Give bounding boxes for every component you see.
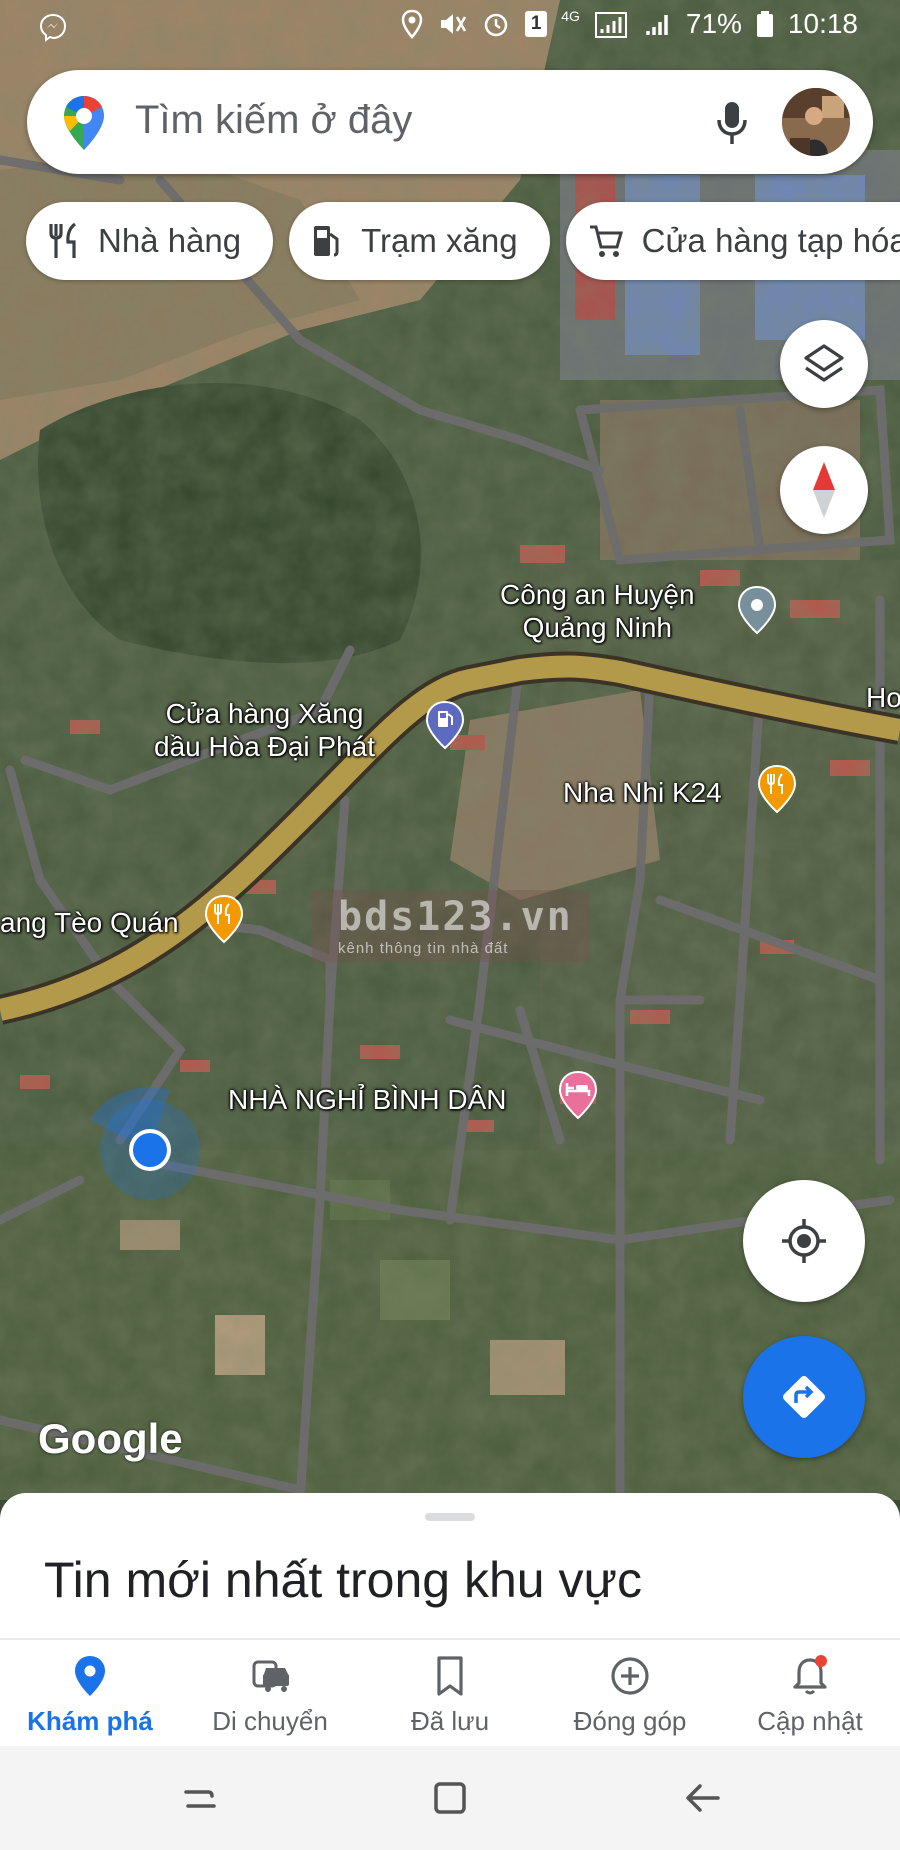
sheet-title: Tin mới nhất trong khu vực xyxy=(44,1552,642,1608)
nav-tab-commute[interactable]: Di chuyển xyxy=(180,1640,360,1748)
bookmark-icon xyxy=(437,1656,463,1696)
google-maps-logo-icon xyxy=(64,96,104,150)
avatar-photo xyxy=(782,88,850,156)
nha-nhi-label-text: Nha Nhi K24 xyxy=(563,777,722,808)
signal-bars-icon xyxy=(646,15,668,35)
search-bar[interactable]: Tìm kiếm ở đây xyxy=(27,70,873,174)
fork-knife-icon xyxy=(49,222,77,258)
my-location-marker[interactable] xyxy=(80,1080,220,1220)
category-chips: Nhà hàng Trạm xăng Cửa hàng tạp hóa xyxy=(26,202,900,280)
sheet-drag-handle[interactable] xyxy=(425,1513,475,1521)
restaurant-pin-icon[interactable] xyxy=(757,764,797,814)
clock: 10:18 xyxy=(787,8,858,39)
gas-pump-icon xyxy=(314,226,339,257)
account-avatar[interactable] xyxy=(782,88,850,156)
notification-badge: 1 xyxy=(525,11,548,37)
recents-icon[interactable] xyxy=(178,1776,222,1820)
alarm-icon xyxy=(484,13,508,37)
restaurant-pin-icon[interactable] xyxy=(204,894,244,944)
crosshair-icon xyxy=(782,1219,826,1263)
google-attribution: Google xyxy=(38,1415,183,1462)
my-location-button[interactable] xyxy=(743,1180,865,1302)
explore-pin-icon xyxy=(75,1656,105,1696)
chip-gas-stations[interactable]: Trạm xăng xyxy=(289,202,550,280)
nav-label: Đã lưu xyxy=(410,1706,490,1736)
nav-tab-explore[interactable]: Khám phá xyxy=(0,1640,180,1748)
nav-label: Đóng góp xyxy=(573,1706,687,1736)
home-icon[interactable] xyxy=(428,1776,472,1820)
signal-icon xyxy=(594,12,627,38)
status-bar: 1 4G 71% 10:18 xyxy=(0,0,900,52)
mute-icon xyxy=(441,14,467,34)
place-label-police[interactable]: Công an Huyện Quảng Ninh xyxy=(500,578,695,644)
directions-icon xyxy=(783,1376,825,1418)
police-label-text: Công an Huyện Quảng Ninh xyxy=(500,579,695,643)
nav-label: Di chuyển xyxy=(212,1706,328,1736)
nav-label: Cập nhật xyxy=(757,1706,863,1736)
place-label-teo-quan[interactable]: ang Tèo Quán xyxy=(0,906,179,939)
directions-button[interactable] xyxy=(743,1336,865,1458)
compass-button[interactable] xyxy=(780,446,868,534)
gas-station-label-text: Cửa hàng Xăng dầu Hòa Đại Phát xyxy=(154,698,376,762)
layers-icon xyxy=(804,344,844,382)
nav-tab-contribute[interactable]: Đóng góp xyxy=(540,1640,720,1748)
battery-icon xyxy=(756,11,773,37)
chip-label: Nhà hàng xyxy=(98,222,242,259)
bottom-sheet[interactable]: Tin mới nhất trong khu vực xyxy=(0,1493,900,1638)
location-status-icon xyxy=(401,9,423,39)
place-label-nha-nhi-k24[interactable]: Nha Nhi K24 xyxy=(563,776,722,809)
mic-icon[interactable] xyxy=(712,98,752,148)
chip-label: Cửa hàng tạp hóa xyxy=(641,222,900,259)
nav-label: Khám phá xyxy=(27,1706,153,1736)
teo-quan-label-text: ang Tèo Quán xyxy=(0,907,179,938)
hotel-pin-icon[interactable] xyxy=(558,1070,598,1120)
network-type: 4G xyxy=(561,8,580,24)
commute-icon xyxy=(252,1660,289,1692)
watermark: bds123.vn kênh thông tin nhà đất xyxy=(312,890,590,962)
edge-label-text: Ho xyxy=(866,682,900,713)
chip-grocery[interactable]: Cửa hàng tạp hóa xyxy=(565,202,900,280)
chip-restaurants[interactable]: Nhà hàng xyxy=(26,202,274,280)
battery-percent: 71% xyxy=(685,8,742,39)
bottom-navigation: Khám phá Di chuyển Đã lưu Đóng góp Cập n… xyxy=(0,1638,900,1746)
place-label-guesthouse[interactable]: NHÀ NGHỈ BÌNH DÂN xyxy=(228,1083,506,1116)
bell-icon xyxy=(793,1655,827,1695)
nav-tab-updates[interactable]: Cập nhật xyxy=(720,1640,900,1748)
back-icon[interactable] xyxy=(682,1776,726,1820)
search-input[interactable]: Tìm kiếm ở đây xyxy=(135,98,412,143)
guesthouse-label-text: NHÀ NGHỈ BÌNH DÂN xyxy=(228,1084,507,1115)
place-label-gas-station[interactable]: Cửa hàng Xăng dầu Hòa Đại Phát xyxy=(154,697,375,763)
add-circle-icon xyxy=(611,1657,649,1695)
messenger-icon xyxy=(39,13,67,42)
shopping-cart-icon xyxy=(589,225,623,257)
chip-label: Trạm xăng xyxy=(361,222,518,259)
layers-button[interactable] xyxy=(780,320,868,408)
police-pin-icon[interactable] xyxy=(737,585,777,635)
watermark-main: bds123.vn xyxy=(338,894,573,940)
compass-icon xyxy=(813,462,835,518)
system-navigation-bar xyxy=(0,1746,900,1850)
nav-tab-saved[interactable]: Đã lưu xyxy=(360,1640,540,1748)
gas-station-pin-icon[interactable] xyxy=(425,700,465,750)
place-label-edge[interactable]: Ho xyxy=(866,681,900,714)
watermark-sub: kênh thông tin nhà đất xyxy=(338,940,509,957)
